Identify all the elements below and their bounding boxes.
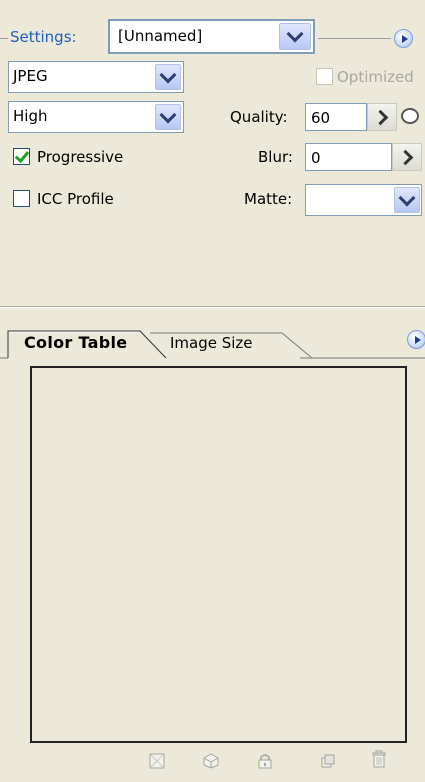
new-color-icon[interactable] xyxy=(318,752,336,770)
progressive-checkbox[interactable] xyxy=(13,147,30,165)
chevron-down-icon[interactable] xyxy=(279,23,311,50)
quality-preset-value: High xyxy=(13,107,48,125)
delete-color-icon[interactable] xyxy=(370,750,388,768)
chevron-right-icon xyxy=(397,149,413,165)
optimized-label: Optimized xyxy=(337,68,414,86)
tab-image-size[interactable]: Image Size xyxy=(170,334,253,352)
settings-left-line xyxy=(0,38,8,39)
progressive-label: Progressive xyxy=(37,148,124,166)
settings-label: Settings: xyxy=(10,28,77,46)
quality-slider-button[interactable] xyxy=(367,103,397,131)
panel-separator xyxy=(0,306,425,308)
chevron-down-icon[interactable] xyxy=(155,104,181,130)
blur-value: 0 xyxy=(311,149,321,167)
format-value: JPEG xyxy=(13,67,48,85)
chevron-right-icon xyxy=(372,109,388,125)
quality-label: Quality: xyxy=(230,108,288,126)
map-transparent-icon[interactable] xyxy=(148,752,166,770)
settings-menu-icon[interactable] xyxy=(394,29,413,48)
chevron-down-icon[interactable] xyxy=(394,187,420,213)
quality-value: 60 xyxy=(311,109,331,127)
quality-field[interactable]: 60 xyxy=(305,103,367,131)
quality-preset-select[interactable]: High xyxy=(8,101,184,133)
tab-color-table[interactable]: Color Table xyxy=(24,333,127,352)
settings-right-line xyxy=(318,38,391,39)
color-table-menu-icon[interactable] xyxy=(407,330,425,349)
blur-field[interactable]: 0 xyxy=(305,143,392,171)
settings-preset-value: [Unnamed] xyxy=(118,27,203,45)
quality-edit-icon[interactable] xyxy=(401,108,419,124)
blur-slider-button[interactable] xyxy=(392,143,422,171)
icc-profile-checkbox[interactable] xyxy=(13,190,30,207)
settings-preset-select[interactable]: [Unnamed] xyxy=(108,19,315,54)
web-shift-icon[interactable] xyxy=(202,752,220,770)
checkmark-icon xyxy=(14,147,30,164)
blur-label: Blur: xyxy=(258,148,293,166)
format-select[interactable]: JPEG xyxy=(8,61,184,93)
chevron-down-icon[interactable] xyxy=(155,64,181,90)
color-table-area[interactable] xyxy=(30,366,407,743)
matte-label: Matte: xyxy=(244,190,293,208)
optimized-checkbox[interactable] xyxy=(316,68,333,85)
matte-select[interactable] xyxy=(305,184,422,216)
icc-profile-label: ICC Profile xyxy=(37,190,114,208)
lock-color-icon[interactable] xyxy=(256,752,274,770)
